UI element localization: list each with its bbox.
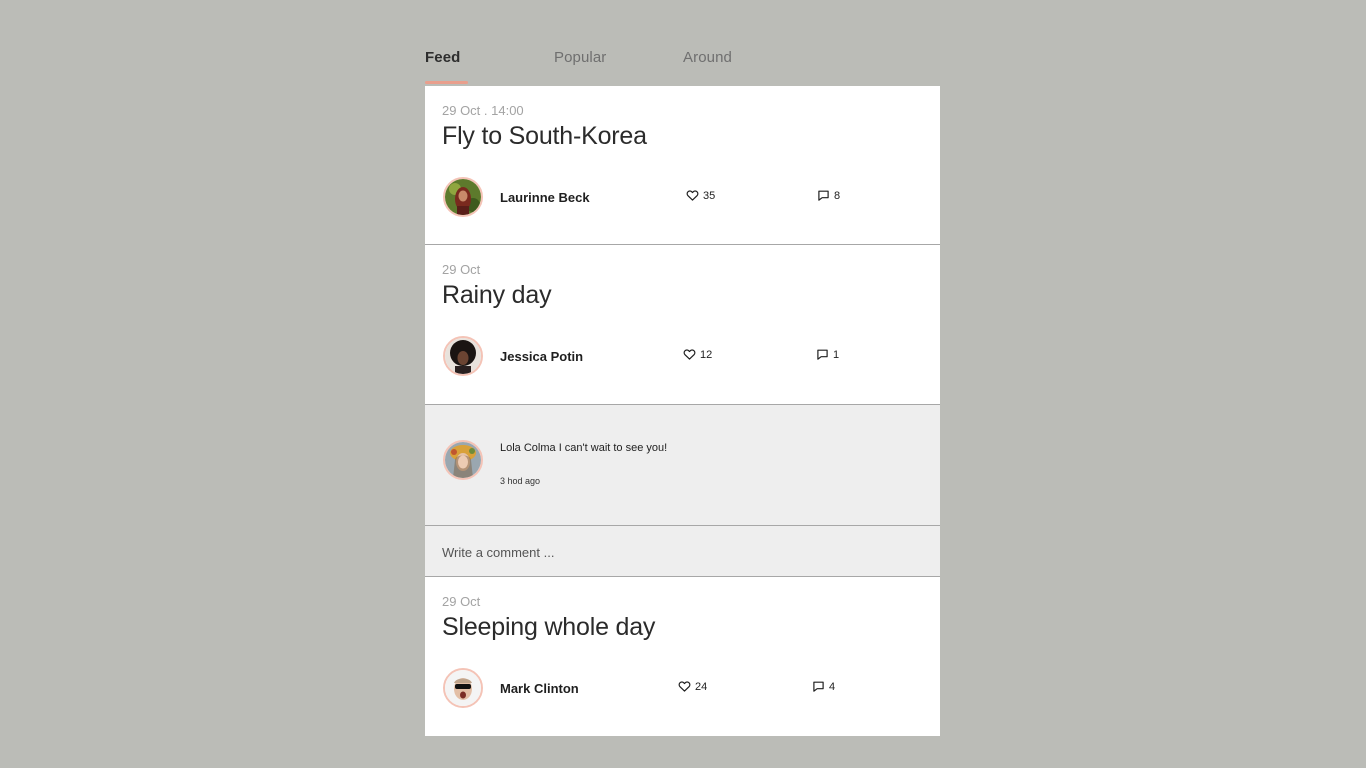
heart-icon — [678, 681, 691, 692]
comment-button[interactable]: 8 — [817, 189, 840, 202]
tab-popular[interactable]: Popular — [554, 49, 606, 66]
post-date: 29 Oct . 14:00 — [442, 103, 524, 118]
avatar[interactable] — [443, 668, 483, 708]
like-button[interactable]: 24 — [678, 680, 707, 693]
avatar-image — [445, 670, 481, 706]
like-button[interactable]: 12 — [683, 348, 712, 361]
tab-feed[interactable]: Feed — [425, 49, 460, 66]
post-title[interactable]: Rainy day — [442, 281, 552, 310]
post-title[interactable]: Sleeping whole day — [442, 613, 655, 642]
speech-bubble-icon — [818, 190, 829, 201]
speech-bubble-icon — [817, 349, 828, 360]
feed-list: 29 Oct . 14:00 Fly to South-Korea Laurin… — [425, 86, 940, 736]
speech-bubble-icon — [813, 681, 824, 692]
post-author[interactable]: Mark Clinton — [500, 681, 579, 696]
heart-icon — [683, 349, 696, 360]
comment-count: 4 — [829, 680, 836, 693]
comment-button[interactable]: 4 — [812, 680, 835, 693]
comment-time: 3 hod ago — [500, 476, 541, 486]
write-comment-bar — [425, 526, 940, 577]
avatar-image — [445, 442, 481, 478]
comment-count: 1 — [833, 348, 840, 361]
avatar-image — [445, 179, 481, 215]
post-date: 29 Oct — [442, 594, 481, 609]
comment-text: Lola Colma I can't wait to see you! — [500, 442, 668, 454]
feed-post[interactable]: 29 Oct . 14:00 Fly to South-Korea Laurin… — [425, 86, 940, 245]
heart-icon — [686, 190, 699, 201]
comment-input[interactable] — [442, 541, 912, 563]
feed-tabs: Feed Popular Around — [425, 40, 940, 86]
avatar[interactable] — [443, 440, 483, 480]
avatar-image — [445, 338, 481, 374]
comment-item: Lola Colma I can't wait to see you! 3 ho… — [425, 405, 940, 526]
avatar[interactable] — [443, 336, 483, 376]
post-title[interactable]: Fly to South-Korea — [442, 122, 647, 151]
post-date: 29 Oct — [442, 262, 481, 277]
like-count: 35 — [703, 189, 716, 202]
post-author[interactable]: Jessica Potin — [500, 349, 583, 364]
avatar[interactable] — [443, 177, 483, 217]
active-tab-indicator — [425, 81, 468, 84]
like-count: 24 — [695, 680, 708, 693]
like-button[interactable]: 35 — [686, 189, 715, 202]
feed-post[interactable]: 29 Oct Sleeping whole day Mark Clinton 2… — [425, 577, 940, 736]
like-count: 12 — [700, 348, 713, 361]
comment-button[interactable]: 1 — [816, 348, 839, 361]
tab-around[interactable]: Around — [683, 49, 732, 66]
comment-count: 8 — [834, 189, 841, 202]
feed-post[interactable]: 29 Oct Rainy day Jessica Potin 12 1 — [425, 245, 940, 405]
post-author[interactable]: Laurinne Beck — [500, 190, 590, 205]
